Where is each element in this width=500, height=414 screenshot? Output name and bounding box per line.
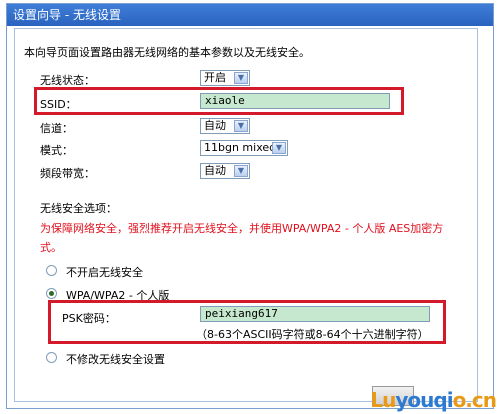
channel-select[interactable]: 自动 ▼	[200, 118, 250, 134]
bandwidth-select[interactable]: 自动 ▼	[200, 163, 250, 179]
intro-text: 本向导页面设置路由器无线网络的基本参数以及无线安全。	[24, 46, 310, 59]
chevron-down-icon: ▼	[234, 72, 248, 84]
ssid-input[interactable]: xiaole	[200, 93, 390, 109]
mode-select[interactable]: 11bgn mixed ▼	[200, 140, 288, 156]
channel-label: 信道：	[40, 122, 73, 135]
security-warning-line2: 式。	[40, 241, 62, 254]
wireless-status-value: 开启	[204, 71, 226, 84]
watermark-logo: Luyouqio.cn	[370, 388, 497, 412]
option-no-security-label: 不开启无线安全	[66, 266, 143, 279]
psk-hint: （8-63个ASCII码字符或8-64个十六进制字符）	[196, 328, 429, 341]
chevron-down-icon: ▼	[272, 142, 286, 154]
ssid-label: SSID：	[40, 98, 77, 111]
psk-label: PSK密码：	[62, 312, 116, 325]
bandwidth-label: 频段带宽：	[40, 167, 95, 180]
wireless-status-label: 无线状态：	[40, 74, 95, 87]
psk-password-input[interactable]: peixiang617	[200, 306, 430, 322]
radio-no-security[interactable]	[46, 265, 57, 276]
wireless-status-select[interactable]: 开启 ▼	[200, 70, 250, 86]
bandwidth-value: 自动	[204, 164, 226, 177]
chevron-down-icon: ▼	[234, 165, 248, 177]
window-title: 设置向导 - 无线设置	[7, 4, 493, 26]
security-section-title: 无线安全选项：	[40, 202, 117, 215]
radio-wpa-personal[interactable]	[46, 288, 57, 299]
option-keep-security-label: 不修改无线安全设置	[66, 353, 165, 366]
mode-value: 11bgn mixed	[204, 141, 277, 154]
radio-keep-security[interactable]	[46, 352, 57, 363]
security-warning-line1: 为保障网络安全，强烈推荐开启无线安全，并使用WPA/WPA2 - 个人版 AES…	[40, 222, 444, 235]
channel-value: 自动	[204, 119, 226, 132]
mode-label: 模式：	[40, 144, 73, 157]
chevron-down-icon: ▼	[234, 120, 248, 132]
